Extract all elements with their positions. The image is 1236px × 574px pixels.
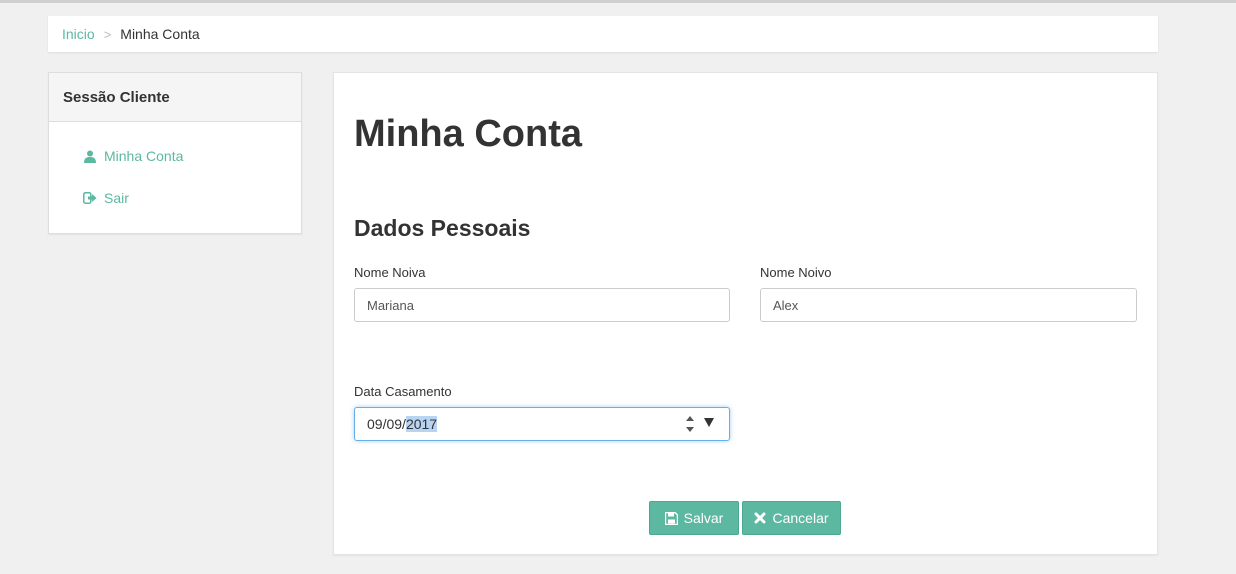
breadcrumb-separator: > [103,26,112,42]
sidebar-item-label: Minha Conta [104,148,184,164]
save-button-label: Salvar [683,510,724,526]
save-button[interactable]: Salvar [649,501,739,535]
groom-name-value: Alex [773,297,799,313]
bride-name-label: Nome Noiva [354,265,426,280]
groom-name-input[interactable]: Alex [760,288,1137,322]
breadcrumb-home-link[interactable]: Inicio [62,26,95,42]
wedding-date-label: Data Casamento [354,384,452,399]
sidebar-item-sair[interactable]: Sair [49,177,301,219]
sidebar-item-label: Sair [104,190,129,206]
floppy-disk-icon [664,511,678,525]
cancel-button[interactable]: Cancelar [742,501,841,535]
user-icon [83,149,97,163]
breadcrumb: Inicio > Minha Conta [48,16,1158,52]
sidebar-item-minha-conta[interactable]: Minha Conta [49,135,301,177]
page-title: Minha Conta [354,113,582,155]
wedding-date-input[interactable]: 09/09/2017 [354,407,730,441]
close-icon [754,512,766,524]
sidebar-title: Sessão Cliente [49,73,301,122]
date-day-month: 09/09/ [367,416,406,432]
cancel-button-label: Cancelar [772,510,829,526]
groom-name-label: Nome Noivo [760,265,832,280]
bride-name-value: Mariana [367,297,414,313]
spin-arrows-icon[interactable] [685,415,695,433]
dropdown-arrow-icon[interactable] [704,418,714,427]
sidebar: Sessão Cliente Minha Conta Sair [48,72,302,234]
breadcrumb-current: Minha Conta [120,26,200,42]
bride-name-input[interactable]: Mariana [354,288,730,322]
section-title: Dados Pessoais [354,215,531,241]
date-year-selected: 2017 [405,416,438,432]
main-panel: Minha Conta Dados Pessoais Nome Noiva Ma… [333,72,1158,555]
sign-out-icon [83,191,97,205]
